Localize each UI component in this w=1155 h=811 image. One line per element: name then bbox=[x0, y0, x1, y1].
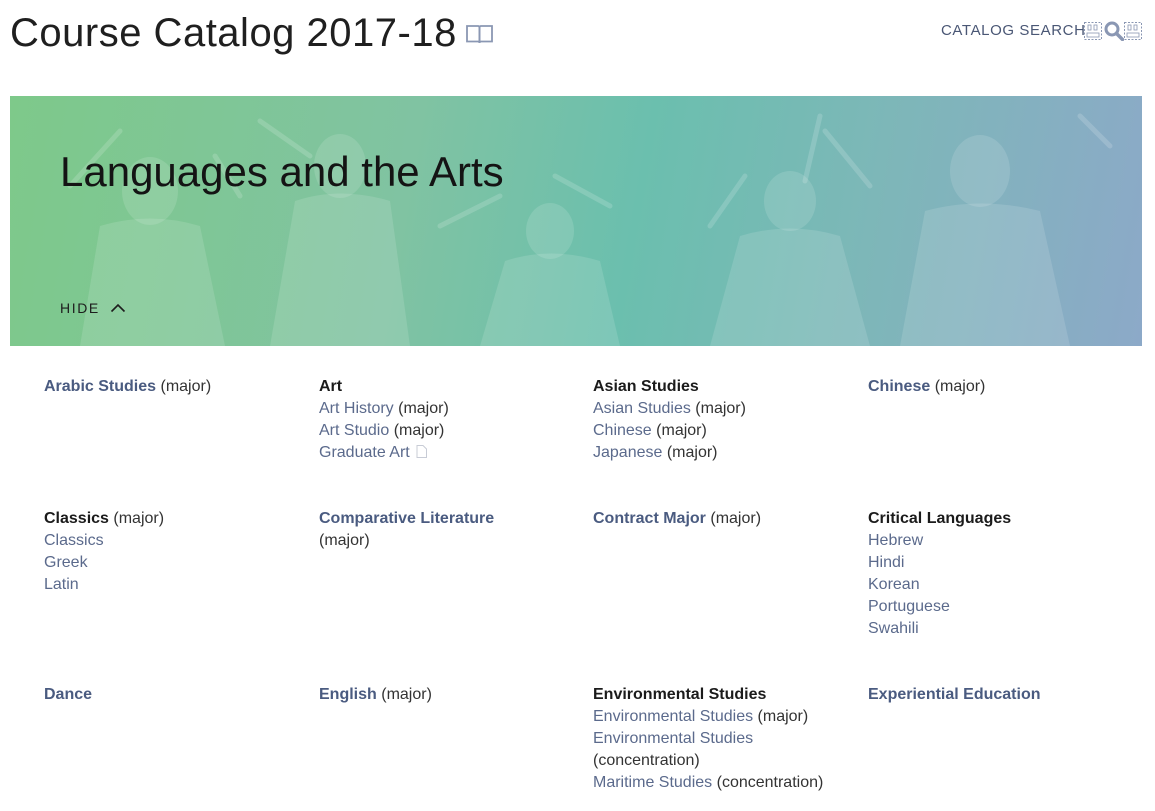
program-type-note: (major) bbox=[710, 510, 762, 527]
program-link[interactable]: Classics bbox=[44, 532, 104, 549]
program-link[interactable]: Art History bbox=[319, 400, 394, 417]
program-english: English (major) bbox=[319, 684, 579, 706]
program-title-link[interactable]: Chinese bbox=[868, 378, 930, 395]
section-banner: Languages and the Arts HIDE bbox=[10, 96, 1142, 346]
program-title-link[interactable]: Experiential Education bbox=[868, 686, 1040, 703]
list-item: Swahili bbox=[868, 618, 1128, 640]
program-type-note: (major) bbox=[398, 400, 449, 417]
program-link[interactable]: Maritime Studies bbox=[593, 774, 712, 791]
program-link[interactable]: Hebrew bbox=[868, 532, 923, 549]
section-title: Languages and the Arts bbox=[60, 148, 504, 195]
program-link[interactable]: Swahili bbox=[868, 620, 919, 637]
program-link[interactable]: Asian Studies bbox=[593, 400, 691, 417]
book-icon[interactable] bbox=[465, 23, 494, 45]
program-heading: Classics bbox=[44, 510, 109, 527]
chevron-up-icon bbox=[110, 303, 125, 313]
program-type-note: (major) bbox=[160, 378, 212, 395]
program-experiential-education: Experiential Education bbox=[868, 684, 1128, 706]
program-link[interactable]: Korean bbox=[868, 576, 920, 593]
program-contract-major: Contract Major (major) bbox=[593, 508, 853, 530]
program-type-note: (major) bbox=[757, 708, 809, 725]
program-art: Art Art History (major) Art Studio (majo… bbox=[319, 376, 579, 464]
program-title-link[interactable]: Arabic Studies bbox=[44, 378, 156, 395]
list-item: Japanese (major) bbox=[593, 442, 853, 464]
list-item: Portuguese bbox=[868, 596, 1128, 618]
program-heading: Asian Studies bbox=[593, 378, 699, 395]
list-item: Art Studio (major) bbox=[319, 420, 579, 442]
separator-icon bbox=[1124, 22, 1142, 40]
program-link[interactable]: Art Studio bbox=[319, 422, 389, 439]
list-item: Chinese (major) bbox=[593, 420, 853, 442]
program-heading: Environmental Studies bbox=[593, 686, 767, 703]
program-type-note: (concentration) bbox=[593, 752, 700, 769]
program-type-note: (major) bbox=[934, 378, 986, 395]
hide-toggle-label: HIDE bbox=[60, 300, 100, 316]
page-title[interactable]: Course Catalog 2017-18 bbox=[10, 10, 457, 56]
document-icon bbox=[416, 445, 427, 458]
program-title-link[interactable]: Contract Major bbox=[593, 510, 706, 527]
hide-toggle-button[interactable]: HIDE bbox=[60, 300, 126, 316]
program-title-link[interactable]: English bbox=[319, 686, 377, 703]
program-arabic-studies: Arabic Studies (major) bbox=[44, 376, 304, 398]
list-item: Korean bbox=[868, 574, 1128, 596]
program-heading: Art bbox=[319, 378, 343, 395]
list-item: Art History (major) bbox=[319, 398, 579, 420]
dancer-silhouettes bbox=[67, 113, 1113, 346]
program-link[interactable]: Graduate Art bbox=[319, 444, 410, 461]
program-environmental-studies: Environmental Studies Environmental Stud… bbox=[593, 684, 843, 794]
list-item: Maritime Studies (concentration) bbox=[593, 772, 843, 794]
program-title-link[interactable]: Dance bbox=[44, 686, 92, 703]
program-heading: Critical Languages bbox=[868, 510, 1012, 527]
list-item: Hebrew bbox=[868, 530, 1128, 552]
catalog-search-link[interactable]: CATALOG SEARCH bbox=[941, 22, 1086, 40]
program-link[interactable]: Chinese bbox=[593, 422, 652, 439]
list-item: Greek bbox=[44, 552, 304, 574]
program-type-note: (major) bbox=[656, 422, 707, 439]
list-item: Latin bbox=[44, 574, 304, 596]
program-type-note: (major) bbox=[319, 532, 370, 549]
program-chinese: Chinese (major) bbox=[868, 376, 1128, 398]
program-critical-languages: Critical Languages Hebrew Hindi Korean P… bbox=[868, 508, 1128, 640]
program-type-note: (major) bbox=[666, 444, 718, 461]
program-link[interactable]: Japanese bbox=[593, 444, 662, 461]
program-type-note: (concentration) bbox=[716, 774, 824, 791]
program-type-note: (major) bbox=[113, 510, 165, 527]
list-item: Graduate Art bbox=[319, 442, 579, 464]
program-link[interactable]: Portuguese bbox=[868, 598, 950, 615]
separator-icon bbox=[1084, 22, 1102, 40]
program-comparative-literature: Comparative Literature (major) bbox=[319, 508, 539, 552]
list-item: Environmental Studies (major) bbox=[593, 706, 843, 728]
program-link[interactable]: Environmental Studies bbox=[593, 730, 753, 747]
program-link[interactable]: Greek bbox=[44, 554, 88, 571]
program-classics: Classics (major) Classics Greek Latin bbox=[44, 508, 304, 596]
program-type-note: (major) bbox=[695, 400, 746, 417]
list-item: Asian Studies (major) bbox=[593, 398, 853, 420]
search-icon[interactable] bbox=[1104, 21, 1124, 41]
list-item: Classics bbox=[44, 530, 304, 552]
list-item: Environmental Studies (concentration) bbox=[593, 728, 843, 772]
program-dance: Dance bbox=[44, 684, 304, 706]
program-type-note: (major) bbox=[393, 422, 445, 439]
program-type-note: (major) bbox=[381, 686, 432, 703]
list-item: Hindi bbox=[868, 552, 1128, 574]
program-asian-studies: Asian Studies Asian Studies (major) Chin… bbox=[593, 376, 853, 464]
program-link[interactable]: Hindi bbox=[868, 554, 904, 571]
program-link[interactable]: Environmental Studies bbox=[593, 708, 753, 725]
program-link[interactable]: Latin bbox=[44, 576, 79, 593]
program-title-link[interactable]: Comparative Literature bbox=[319, 510, 494, 527]
page-header: Course Catalog 2017-18 CATALOG SEARCH bbox=[0, 0, 1155, 70]
